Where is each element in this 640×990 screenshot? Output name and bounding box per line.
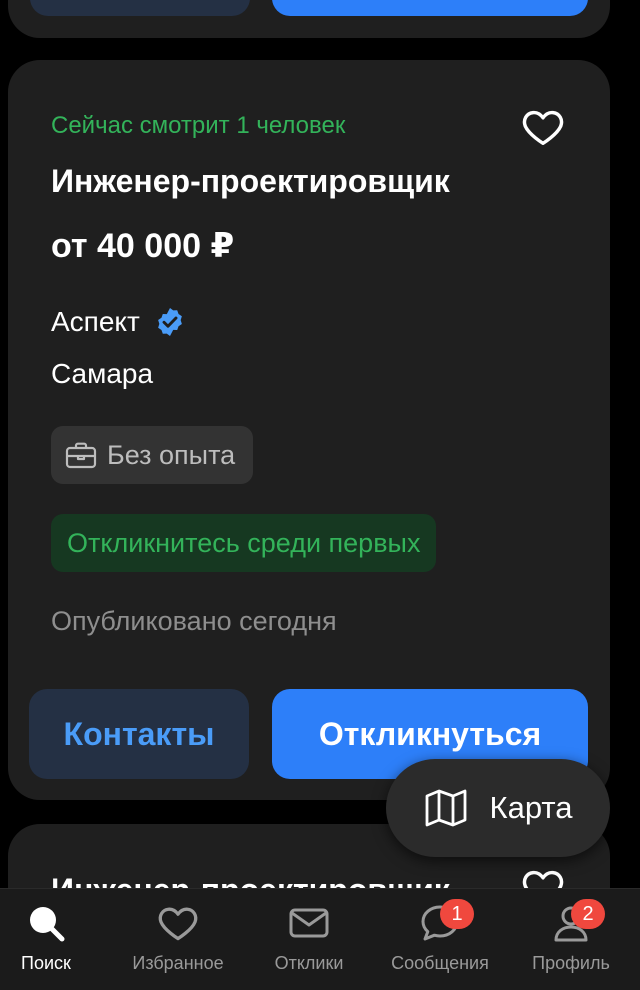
tab-search-icon-wrap	[24, 901, 68, 945]
messages-badge: 1	[440, 899, 474, 929]
tab-search-label: Поиск	[21, 953, 71, 973]
profile-badge: 2	[571, 899, 605, 929]
tab-search[interactable]: Поиск	[2, 889, 90, 990]
city: Самара	[51, 358, 154, 389]
screen: Сейчас смотрит 1 человек Инженер-проекти…	[0, 0, 640, 990]
tab-messages-label: Сообщения	[391, 953, 489, 973]
previous-respond-button[interactable]	[272, 0, 588, 16]
company-row: Аспект	[51, 306, 186, 338]
tab-favorites[interactable]: Избранное	[120, 889, 236, 990]
tab-favorites-label: Избранное	[132, 953, 224, 973]
published-date: Опубликовано сегодня	[51, 606, 337, 636]
tab-profile-icon-wrap: 2	[549, 899, 605, 945]
vacancy-card[interactable]: Сейчас смотрит 1 человек Инженер-проекти…	[8, 60, 610, 800]
previous-vacancy-card	[8, 0, 610, 38]
tab-profile[interactable]: 2 Профиль	[524, 889, 618, 990]
tab-messages[interactable]: 1 Сообщения	[382, 889, 498, 990]
watching-count: Сейчас смотрит 1 человек	[51, 112, 346, 139]
respond-first-label: Откликнитесь среди первых	[67, 527, 421, 558]
briefcase-icon	[65, 442, 97, 469]
tab-profile-label: Профиль	[532, 953, 610, 973]
tab-responses-icon-wrap	[287, 901, 331, 945]
job-title[interactable]: Инженер-проектировщик	[51, 163, 450, 200]
experience-tag: Без опыта	[51, 426, 254, 484]
map-button[interactable]: Карта	[386, 759, 610, 857]
map-icon	[425, 789, 466, 827]
tab-responses[interactable]: Отклики	[262, 889, 356, 990]
experience-label: Без опыта	[107, 439, 236, 470]
company-name[interactable]: Аспект	[51, 306, 140, 338]
tab-messages-icon-wrap: 1	[418, 899, 474, 945]
search-icon	[30, 907, 65, 942]
verified-icon	[157, 308, 182, 336]
tab-favorites-icon-wrap	[156, 901, 200, 945]
map-label: Карта	[489, 790, 573, 825]
bottom-tab-bar: Поиск Избранное Отклики 1 Сообщения 2 Пр…	[0, 888, 640, 990]
respond-first-tag: Откликнитесь среди первых	[51, 514, 437, 572]
salary: от 40 000 ₽	[51, 227, 235, 265]
previous-contacts-button[interactable]	[30, 0, 250, 16]
heart-icon[interactable]	[520, 104, 566, 150]
envelope-icon	[289, 908, 329, 938]
heart-icon	[158, 907, 198, 941]
tab-responses-label: Отклики	[274, 953, 344, 973]
contacts-button[interactable]: Контакты	[29, 689, 249, 779]
